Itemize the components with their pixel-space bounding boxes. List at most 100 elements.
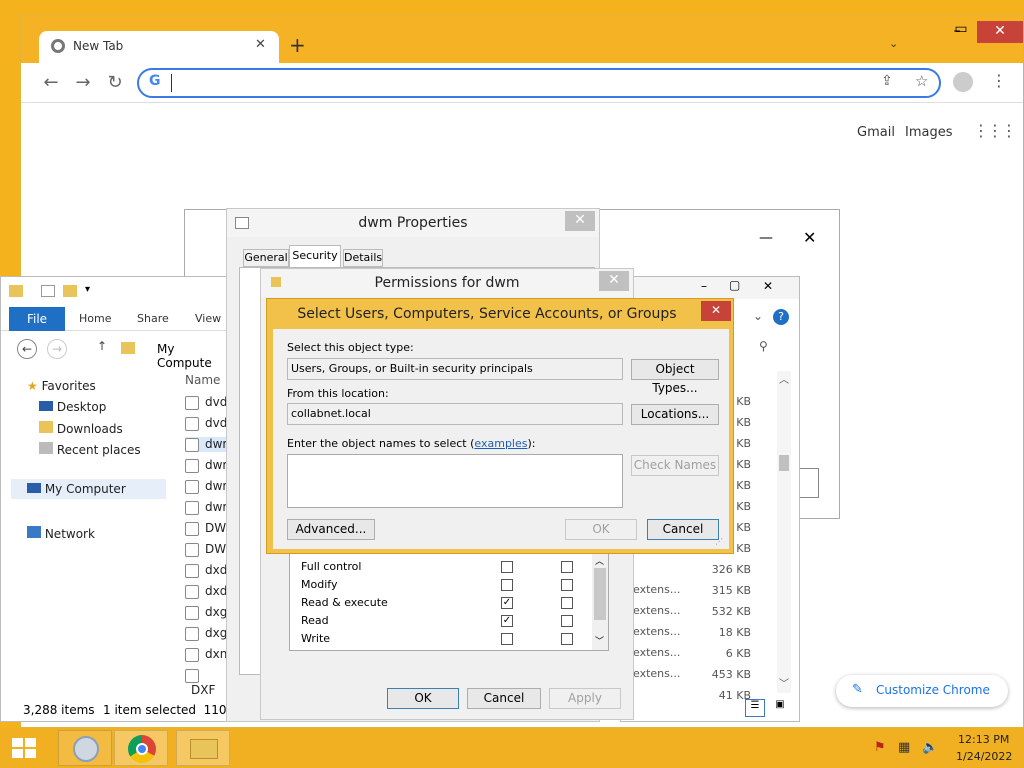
tab-search-chevron-icon[interactable]: ⌄ [889,37,898,50]
check-names-button[interactable]: Check Names [631,455,719,476]
chrome-menu-icon[interactable]: ⋮ [991,71,1007,90]
details-maximize-button[interactable]: ▢ [729,278,740,292]
taskbar-media-app[interactable] [58,730,112,766]
permissions-scroll-thumb[interactable] [594,568,606,620]
nav-recent-places[interactable]: Recent places [39,442,141,457]
file-row[interactable]: dxn [185,647,227,662]
details-minimize-button[interactable]: – [701,279,707,293]
file-row[interactable]: DW [185,542,226,557]
tab-general[interactable]: General [243,249,289,267]
select-ok-button[interactable]: OK [565,519,637,540]
object-names-input[interactable] [287,454,623,508]
images-link[interactable]: Images [905,125,953,140]
new-folder-icon[interactable] [63,285,77,297]
large-icons-view-icon[interactable]: ▣ [771,699,789,717]
quick-access-chevron-icon[interactable]: ▾ [85,284,90,295]
file-row[interactable]: DXF [185,668,229,697]
permission-deny-checkbox[interactable] [561,615,573,627]
permission-allow-checkbox[interactable]: ✓ [501,615,513,627]
file-row[interactable]: dxg [185,605,227,620]
details-view-icon[interactable]: ☰ [745,699,765,717]
permissions-cancel-button[interactable]: Cancel [467,688,541,709]
omnibox[interactable]: G ⇪ ☆ [137,68,941,98]
object-types-button[interactable]: Object Types... [631,359,719,395]
file-row[interactable]: DW [185,521,226,536]
locations-button[interactable]: Locations... [631,404,719,425]
properties-icon[interactable] [41,285,55,297]
tab-new-tab[interactable]: New Tab ✕ [39,31,279,63]
forward-arrow-icon[interactable]: → [71,71,95,95]
file-row[interactable]: dwr [185,458,227,473]
tray-date[interactable]: 1/24/2022 [956,750,1012,763]
explorer-back-icon[interactable]: ← [17,339,37,359]
action-center-flag-icon[interactable]: ⚑ [874,740,886,755]
volume-tray-icon[interactable]: 🔈 [922,740,938,755]
nav-downloads[interactable]: Downloads [39,421,123,436]
file-row[interactable]: dwr [185,437,229,452]
permissions-scroll-down-icon[interactable]: ﹀ [595,634,604,647]
details-expand-chevron-icon[interactable]: ⌄ [753,309,763,323]
resize-grip-icon[interactable]: ⋰ [715,537,723,546]
tab-close-icon[interactable]: ✕ [255,37,266,52]
explorer-forward-icon[interactable]: → [47,339,67,359]
file-row[interactable]: dvd [185,395,227,410]
back-arrow-icon[interactable]: ← [39,71,63,95]
share-icon[interactable]: ⇪ [881,73,893,89]
column-header-name[interactable]: Name [185,373,220,387]
details-scroll-down-icon[interactable]: ﹀ [779,675,789,690]
details-close-button[interactable]: ✕ [763,279,773,293]
background-minimize-button[interactable]: — [759,230,773,246]
background-close-button[interactable]: ✕ [803,228,816,247]
permission-deny-checkbox[interactable] [561,561,573,573]
ribbon-tab-view[interactable]: View [195,312,221,325]
file-row[interactable]: dxd [185,584,227,599]
permission-allow-checkbox[interactable] [501,561,513,573]
profile-avatar-icon[interactable] [953,72,973,92]
select-cancel-button[interactable]: Cancel [647,519,719,540]
permissions-apply-button[interactable]: Apply [549,688,621,709]
omnibox-input[interactable] [171,74,851,92]
nav-desktop[interactable]: Desktop [39,400,106,414]
permissions-ok-button[interactable]: OK [387,688,459,709]
details-scroll-thumb[interactable] [779,455,789,471]
tray-time[interactable]: 12:13 PM [958,733,1009,746]
permission-allow-checkbox[interactable] [501,633,513,645]
customize-chrome-button[interactable]: ✎ Customize Chrome [836,675,1008,707]
background-input-box[interactable] [797,468,819,498]
dwm-properties-close-button[interactable]: ✕ [565,211,595,231]
file-row[interactable]: dxg [185,626,227,641]
advanced-button[interactable]: Advanced... [287,519,375,540]
file-row[interactable]: dwr [185,500,227,515]
permission-allow-checkbox[interactable]: ✓ [501,597,513,609]
ribbon-tab-share[interactable]: Share [137,312,169,325]
tab-security[interactable]: Security [289,245,341,267]
restore-button[interactable]: ▭ [943,19,979,41]
bookmark-star-icon[interactable]: ☆ [915,72,928,90]
nav-my-computer[interactable]: My Computer [11,479,166,499]
permissions-close-button[interactable]: ✕ [599,271,629,291]
permission-deny-checkbox[interactable] [561,579,573,591]
close-button[interactable]: ✕ [977,21,1023,43]
file-row[interactable]: dxd [185,563,227,578]
permission-allow-checkbox[interactable] [501,579,513,591]
apps-grid-icon[interactable]: ⋮⋮⋮ [973,121,1017,140]
network-tray-icon[interactable]: ▦ [898,740,910,755]
nav-network[interactable]: Network [27,526,95,541]
explorer-up-icon[interactable]: ↑ [97,339,107,353]
examples-link[interactable]: examples [474,437,527,450]
file-row[interactable]: dvd [185,416,227,431]
permissions-scrollbar[interactable]: ︿ ﹀ [592,554,608,650]
reload-icon[interactable]: ↻ [103,71,127,95]
details-help-icon[interactable]: ? [773,309,789,325]
details-search-icon[interactable]: ⚲ [759,339,768,353]
select-dialog-close-button[interactable]: ✕ [701,301,731,321]
ribbon-tab-file[interactable]: File [9,307,65,331]
taskbar-chrome-app[interactable] [114,730,168,766]
gmail-link[interactable]: Gmail [857,125,895,140]
taskbar-explorer-app[interactable] [176,730,230,766]
new-tab-button[interactable]: + [289,33,306,57]
permission-deny-checkbox[interactable] [561,597,573,609]
permission-deny-checkbox[interactable] [561,633,573,645]
file-row[interactable]: dwr [185,479,227,494]
explorer-address-text[interactable]: My Compute [157,342,229,370]
